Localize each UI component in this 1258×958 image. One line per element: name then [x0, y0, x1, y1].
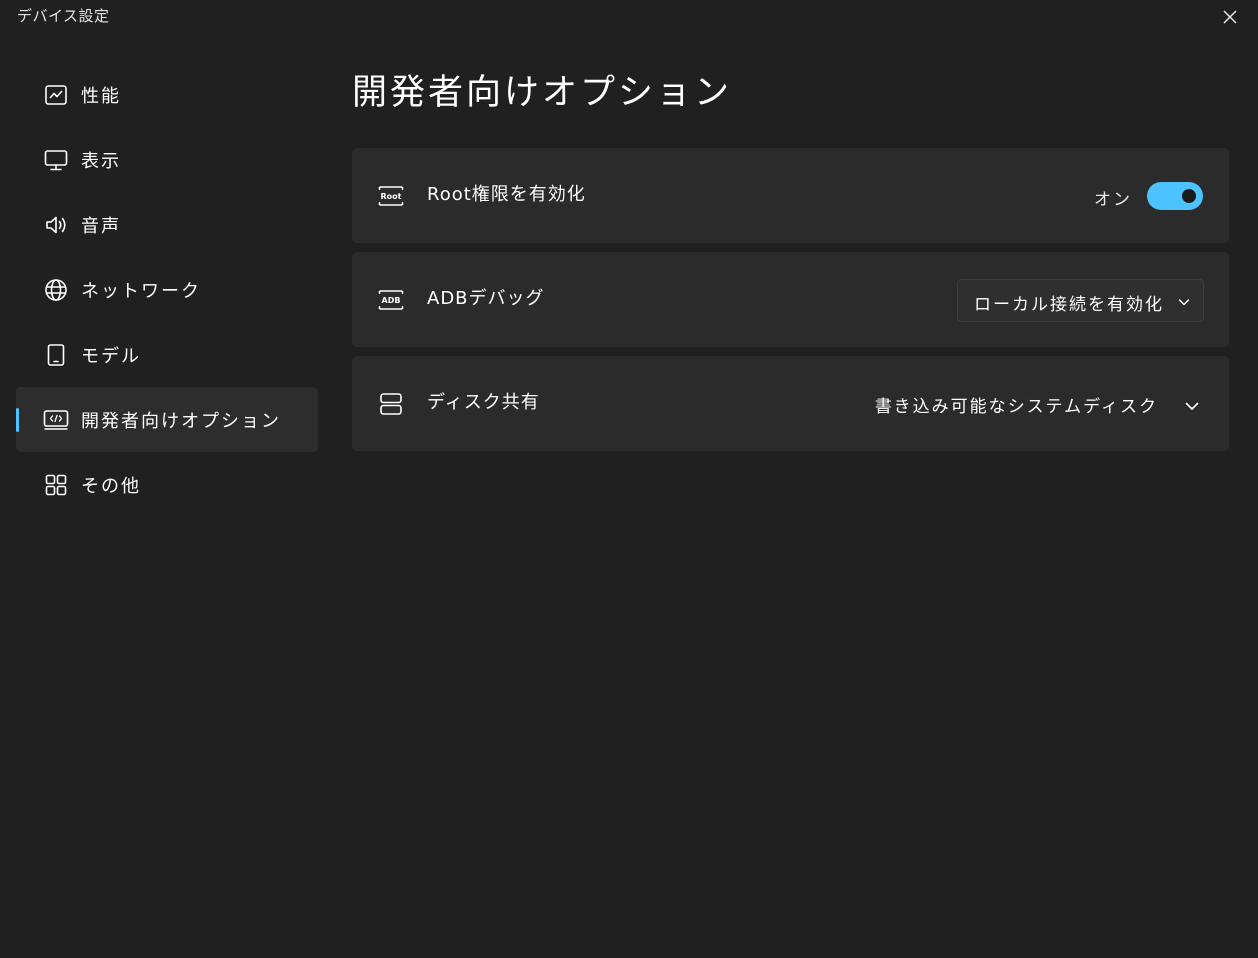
performance-chart-icon [43, 82, 69, 108]
monitor-icon [43, 147, 69, 173]
sidebar-item-display[interactable]: 表示 [16, 127, 318, 192]
sidebar-item-label: ネットワーク [81, 280, 201, 302]
storage-icon [376, 390, 406, 418]
disk-mode-select[interactable]: 書き込み可能なシステムディスク [872, 390, 1212, 420]
sidebar-item-other[interactable]: その他 [16, 452, 318, 517]
tablet-icon [43, 342, 69, 368]
toggle-state-label: オン [1094, 190, 1132, 210]
disk-sharing-label: ディスク共有 [427, 392, 540, 413]
adb-debug-label: ADBデバッグ [427, 288, 545, 309]
developer-code-icon [43, 407, 69, 433]
adb-badge-icon: ADB [376, 286, 406, 314]
root-icon-text: Root [381, 192, 402, 201]
close-icon [1223, 10, 1237, 24]
chevron-down-icon [1178, 299, 1190, 306]
device-settings-window: デバイス設定 性能 表示 音声 ネットワーク モデル 開発者向けオプション その… [0, 0, 1258, 958]
adb-mode-dropdown[interactable]: ローカル接続を有効化 [957, 279, 1204, 322]
root-permission-toggle[interactable] [1147, 182, 1203, 210]
root-badge-icon: Root [376, 182, 406, 210]
sidebar-item-label: モデル [81, 345, 141, 367]
sidebar-item-model[interactable]: モデル [16, 322, 318, 387]
sidebar-item-label: 性能 [81, 85, 121, 107]
chevron-down-icon [1185, 402, 1199, 410]
speaker-icon [43, 212, 69, 238]
disk-mode-selected: 書き込み可能なシステムディスク [874, 397, 1158, 417]
sidebar-item-label: その他 [81, 475, 141, 497]
globe-icon [43, 277, 69, 303]
sidebar-item-label: 音声 [81, 215, 121, 237]
sidebar-item-performance[interactable]: 性能 [16, 62, 318, 127]
sidebar-item-audio[interactable]: 音声 [16, 192, 318, 257]
disk-sharing-card: ディスク共有 書き込み可能なシステムディスク [352, 356, 1229, 451]
root-permission-card: Root Root権限を有効化 オン [352, 148, 1229, 243]
sidebar-item-label: 表示 [81, 150, 121, 172]
sidebar: 性能 表示 音声 ネットワーク モデル 開発者向けオプション その他 [16, 62, 318, 517]
title-bar: デバイス設定 [0, 0, 1258, 34]
close-button[interactable] [1214, 3, 1246, 31]
toggle-knob [1182, 189, 1196, 203]
page-title: 開発者向けオプション [352, 73, 733, 113]
adb-icon-text: ADB [382, 296, 401, 305]
root-permission-label: Root権限を有効化 [427, 184, 586, 205]
sidebar-item-developer-options[interactable]: 開発者向けオプション [16, 387, 318, 452]
sidebar-item-network[interactable]: ネットワーク [16, 257, 318, 322]
window-title: デバイス設定 [17, 7, 110, 25]
sidebar-item-label: 開発者向けオプション [81, 410, 281, 432]
adb-mode-selected: ローカル接続を有効化 [974, 295, 1164, 315]
adb-debug-card: ADB ADBデバッグ ローカル接続を有効化 [352, 252, 1229, 347]
grid-apps-icon [43, 472, 69, 498]
